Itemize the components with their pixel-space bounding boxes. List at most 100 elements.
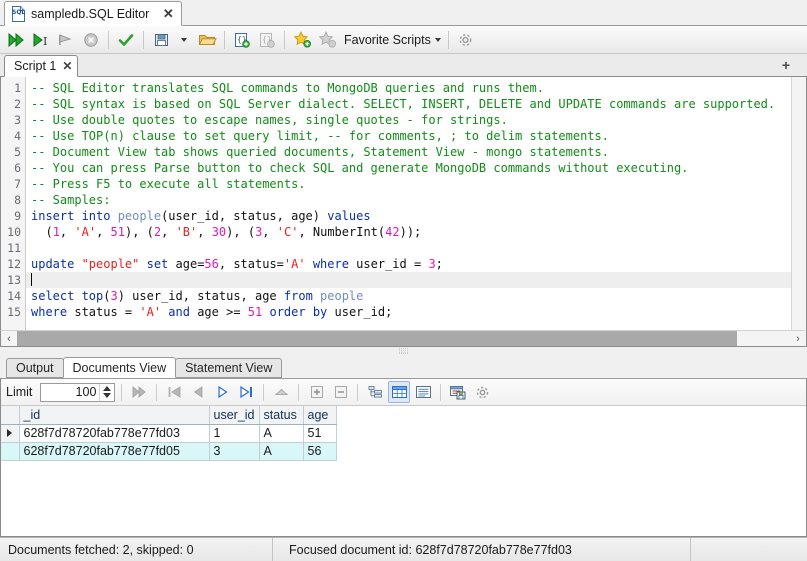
code-token: 1 xyxy=(53,225,60,239)
line-number: 5 xyxy=(1,144,25,160)
sql-editor-area: 123456789101112131415 -- SQL Editor tran… xyxy=(0,77,807,330)
code-line: -- Press F5 to execute all statements. xyxy=(31,176,806,192)
script-tab-script-1[interactable]: Script 1 ✕ xyxy=(4,55,78,77)
code-line: select top(3) user_id, status, age from … xyxy=(31,288,806,304)
add-script-tab-button[interactable]: + xyxy=(779,58,793,72)
code-token: insert into xyxy=(31,209,118,223)
spinner-up-icon[interactable] xyxy=(103,386,111,391)
table-cell[interactable]: 628f7d78720fab778e77fd05 xyxy=(19,442,209,460)
add-favorite-button[interactable] xyxy=(290,28,314,52)
results-toolbar: Limit xyxy=(1,379,806,406)
last-record-button[interactable] xyxy=(235,381,257,403)
export-button[interactable] xyxy=(447,381,469,403)
text-view-button[interactable] xyxy=(412,381,434,403)
code-token: ) user_id, status, age xyxy=(118,289,284,303)
settings-button[interactable] xyxy=(454,28,478,52)
star-remove-icon xyxy=(315,28,339,52)
table-cell[interactable]: 628f7d78720fab778e77fd03 xyxy=(19,424,209,442)
scroll-right-icon[interactable]: › xyxy=(790,331,806,346)
status-documents-fetched: Documents fetched: 2, skipped: 0 xyxy=(0,538,272,561)
remove-script-icon: {} xyxy=(255,28,279,52)
table-cell[interactable]: A xyxy=(259,442,303,460)
results-tab-bar: Output Documents View Statement View xyxy=(0,357,807,378)
favorite-scripts-menu[interactable]: Favorite Scripts xyxy=(340,28,443,52)
column-header-age[interactable]: age xyxy=(303,406,336,424)
code-line: insert into people(user_id, status, age)… xyxy=(31,208,806,224)
window-tab-sampledb[interactable]: SQL sampledb.SQL Editor ✕ xyxy=(4,1,182,26)
code-line: where status = 'A' and age >= 51 order b… xyxy=(31,304,806,320)
column-header-status[interactable]: status xyxy=(259,406,303,424)
table-cell[interactable]: 56 xyxy=(303,442,336,460)
code-token: ), ( xyxy=(226,225,255,239)
code-line: -- SQL Editor translates SQL commands to… xyxy=(31,80,806,96)
toolbar-separator xyxy=(284,31,285,49)
save-script-button[interactable] xyxy=(149,28,173,52)
chevron-down-icon xyxy=(435,38,441,42)
window-tab-title: sampledb.SQL Editor xyxy=(31,7,149,21)
scroll-left-icon[interactable]: ‹ xyxy=(1,331,17,346)
collapse-node-button xyxy=(329,381,351,403)
line-number: 1 xyxy=(1,80,25,96)
toolbar-separator xyxy=(263,384,264,401)
limit-stepper[interactable] xyxy=(40,383,115,402)
code-token: 'A' xyxy=(139,305,161,319)
table-cell[interactable]: 1 xyxy=(209,424,259,442)
row-marker-cell[interactable] xyxy=(1,424,19,442)
parse-button[interactable] xyxy=(114,28,138,52)
line-number: 11 xyxy=(1,240,25,256)
first-record-button xyxy=(163,381,185,403)
execute-all-button[interactable] xyxy=(4,28,28,52)
sql-editor-window: SQL sampledb.SQL Editor ✕ I xyxy=(0,0,807,561)
svg-text:SQL: SQL xyxy=(12,9,25,16)
limit-input[interactable] xyxy=(41,384,99,400)
open-script-button[interactable] xyxy=(195,28,219,52)
table-row[interactable]: 628f7d78720fab778e77fd053A56 xyxy=(1,442,336,460)
chevron-down-icon[interactable] xyxy=(174,28,194,52)
toolbar-separator xyxy=(298,384,299,401)
line-number: 2 xyxy=(1,96,25,112)
spinner-down-icon[interactable] xyxy=(103,393,111,398)
column-header-user-id[interactable]: user_id xyxy=(209,406,259,424)
close-icon[interactable]: ✕ xyxy=(160,6,176,22)
line-number: 9 xyxy=(1,208,25,224)
scrollbar-track[interactable] xyxy=(737,331,790,346)
table-cell[interactable]: 51 xyxy=(303,424,336,442)
panel-splitter[interactable]: ⦙⦙⦙⦙⦙ xyxy=(0,347,807,357)
window-tab-bar: SQL sampledb.SQL Editor ✕ xyxy=(0,0,807,26)
grid-settings-button[interactable] xyxy=(471,381,493,403)
code-token: , xyxy=(96,225,110,239)
code-token: 'A' xyxy=(284,257,306,271)
table-row[interactable]: 628f7d78720fab778e77fd031A51 xyxy=(1,424,336,442)
line-number: 7 xyxy=(1,176,25,192)
tree-view-button[interactable] xyxy=(364,381,386,403)
line-number: 15 xyxy=(1,304,25,320)
row-marker-cell[interactable] xyxy=(1,442,19,460)
new-script-button[interactable]: {} xyxy=(230,28,254,52)
code-line xyxy=(31,240,806,256)
editor-vertical-scrollbar[interactable] xyxy=(791,77,806,330)
scrollbar-thumb[interactable] xyxy=(17,331,737,346)
code-token: , xyxy=(262,225,276,239)
documents-grid[interactable]: _id user_id status age 628f7d78720fab778… xyxy=(1,406,806,536)
tab-output[interactable]: Output xyxy=(6,358,64,378)
code-token: -- SQL syntax is based on SQL Server dia… xyxy=(31,97,775,111)
fetch-all-button[interactable] xyxy=(128,381,150,403)
code-token: ( xyxy=(31,225,53,239)
sql-code-text[interactable]: -- SQL Editor translates SQL commands to… xyxy=(26,77,806,330)
code-token: 'A' xyxy=(74,225,96,239)
tab-documents-view[interactable]: Documents View xyxy=(63,357,177,378)
next-record-button[interactable] xyxy=(211,381,233,403)
table-cell[interactable]: A xyxy=(259,424,303,442)
column-header-id[interactable]: _id xyxy=(19,406,209,424)
execute-current-button[interactable]: I xyxy=(29,28,53,52)
tab-statement-view-label: Statement View xyxy=(185,361,272,375)
close-icon[interactable]: ✕ xyxy=(62,59,72,73)
table-cell[interactable]: 3 xyxy=(209,442,259,460)
line-number: 12 xyxy=(1,256,25,272)
editor-horizontal-scrollbar[interactable]: ‹ › xyxy=(0,330,807,347)
line-number: 13 xyxy=(1,272,25,288)
limit-spinner-buttons[interactable] xyxy=(99,384,114,401)
table-view-button[interactable] xyxy=(388,381,410,403)
code-token: , NumberInt( xyxy=(298,225,385,239)
tab-statement-view[interactable]: Statement View xyxy=(175,358,282,378)
